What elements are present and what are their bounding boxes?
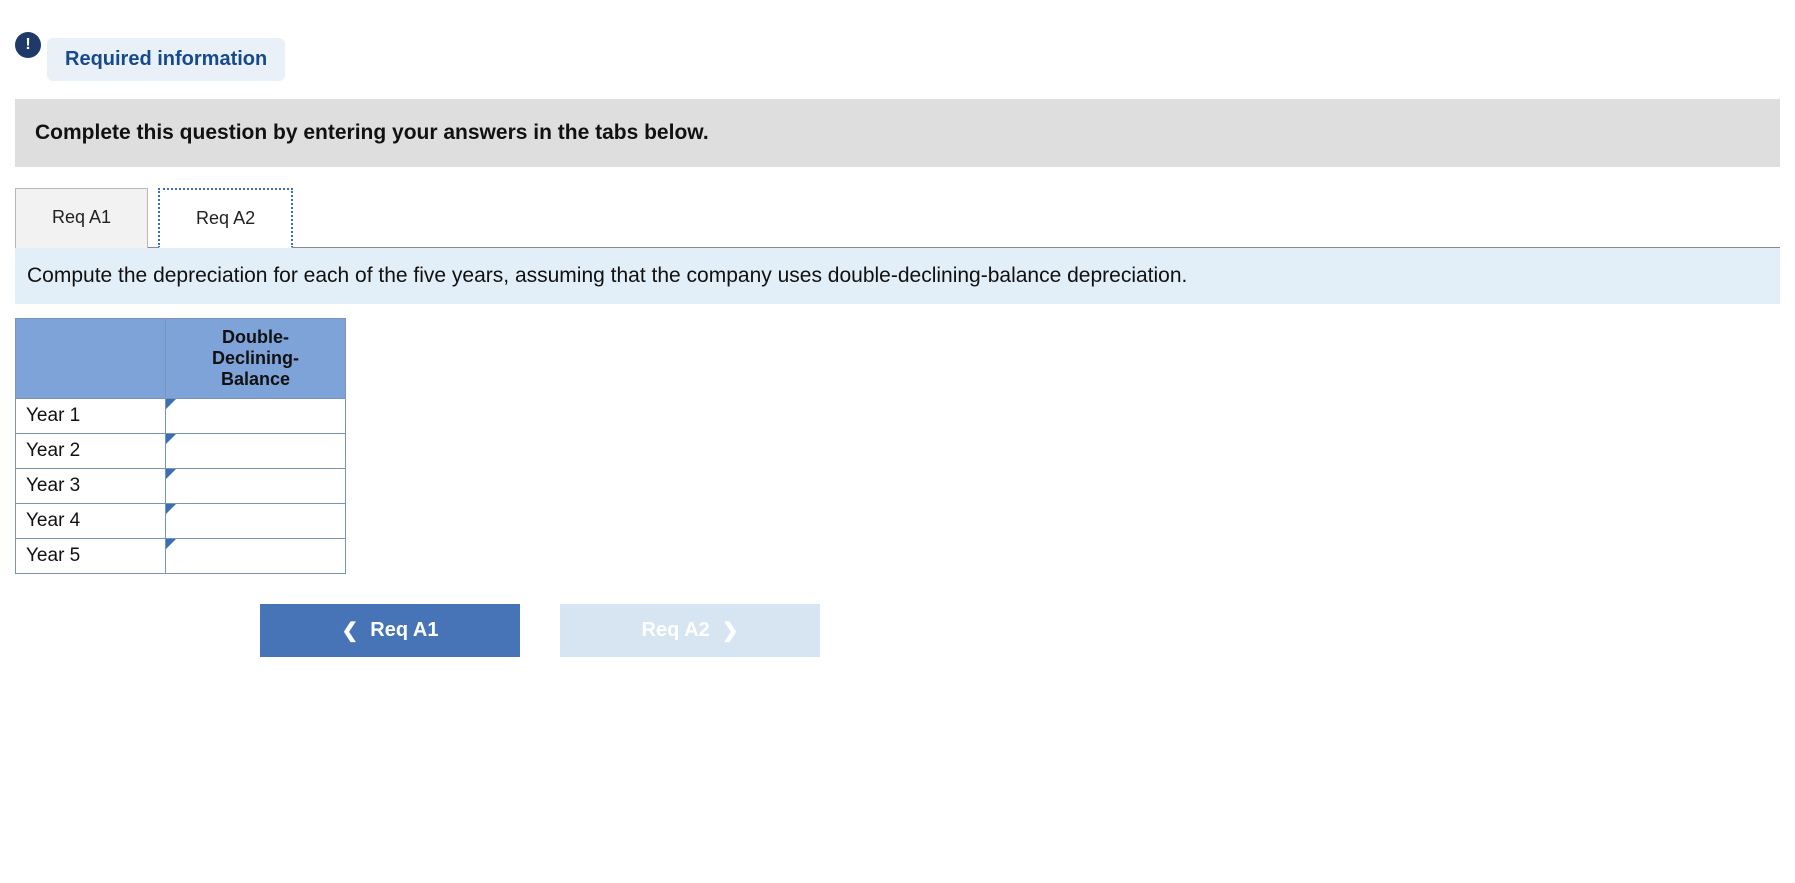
nav-buttons-row: ❮ Req A1 Req A2 ❯ xyxy=(15,604,1065,657)
table-header-ddb: Double-Declining-Balance xyxy=(166,319,346,399)
ddb-input-year5[interactable] xyxy=(166,539,345,573)
editable-marker-icon xyxy=(166,539,176,549)
row-label-year5: Year 5 xyxy=(16,539,166,574)
required-info-label: Required information xyxy=(47,38,285,81)
row-label-year4: Year 4 xyxy=(16,504,166,539)
table-row: Year 3 xyxy=(16,469,346,504)
table-row: Year 4 xyxy=(16,504,346,539)
input-cell-year5[interactable] xyxy=(166,539,346,574)
table-row: Year 1 xyxy=(16,399,346,434)
input-cell-year2[interactable] xyxy=(166,434,346,469)
editable-marker-icon xyxy=(166,469,176,479)
ddb-input-year2[interactable] xyxy=(166,434,345,468)
editable-marker-icon xyxy=(166,504,176,514)
chevron-left-icon: ❮ xyxy=(342,618,359,643)
prev-tab-label: Req A1 xyxy=(370,619,438,642)
editable-marker-icon xyxy=(166,399,176,409)
ddb-input-year4[interactable] xyxy=(166,504,345,538)
row-label-year2: Year 2 xyxy=(16,434,166,469)
prev-tab-button[interactable]: ❮ Req A1 xyxy=(260,604,520,657)
table-header-blank xyxy=(16,319,166,399)
table-row: Year 5 xyxy=(16,539,346,574)
ddb-input-year3[interactable] xyxy=(166,469,345,503)
table-row: Year 2 xyxy=(16,434,346,469)
exclamation-icon: ! xyxy=(15,32,41,58)
row-label-year1: Year 1 xyxy=(16,399,166,434)
tab-req-a2[interactable]: Req A2 xyxy=(158,188,293,248)
instruction-bar: Complete this question by entering your … xyxy=(15,99,1780,167)
next-tab-button[interactable]: Req A2 ❯ xyxy=(560,604,820,657)
question-prompt: Compute the depreciation for each of the… xyxy=(15,248,1780,304)
editable-marker-icon xyxy=(166,434,176,444)
tabs-row: Req A1 Req A2 xyxy=(15,187,1780,248)
chevron-right-icon: ❯ xyxy=(722,618,739,643)
ddb-input-year1[interactable] xyxy=(166,399,345,433)
input-cell-year4[interactable] xyxy=(166,504,346,539)
next-tab-label: Req A2 xyxy=(642,619,710,642)
depreciation-table: Double-Declining-Balance Year 1 Year 2 Y… xyxy=(15,318,346,574)
tab-req-a1[interactable]: Req A1 xyxy=(15,188,148,248)
required-info-row: ! Required information xyxy=(15,30,1780,81)
input-cell-year3[interactable] xyxy=(166,469,346,504)
input-cell-year1[interactable] xyxy=(166,399,346,434)
row-label-year3: Year 3 xyxy=(16,469,166,504)
